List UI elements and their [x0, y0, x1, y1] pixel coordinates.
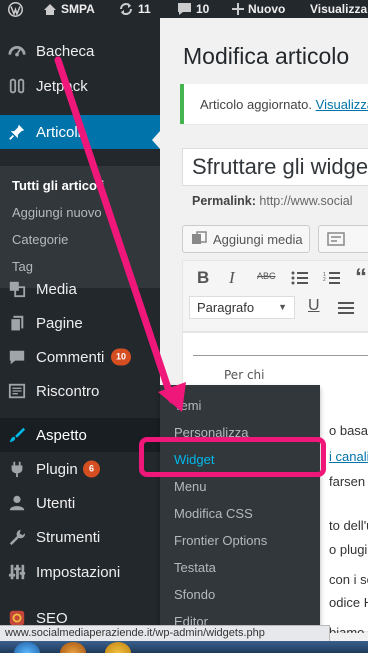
taskbar-folder-icon[interactable]	[105, 642, 131, 653]
annotation-arrow	[54, 56, 186, 412]
browser-status-bar: www.socialmediaperaziende.it/wp-admin/wi…	[0, 625, 330, 641]
taskbar-app-icon[interactable]	[60, 642, 86, 653]
os-taskbar	[0, 641, 368, 653]
start-button-icon[interactable]	[14, 642, 40, 653]
